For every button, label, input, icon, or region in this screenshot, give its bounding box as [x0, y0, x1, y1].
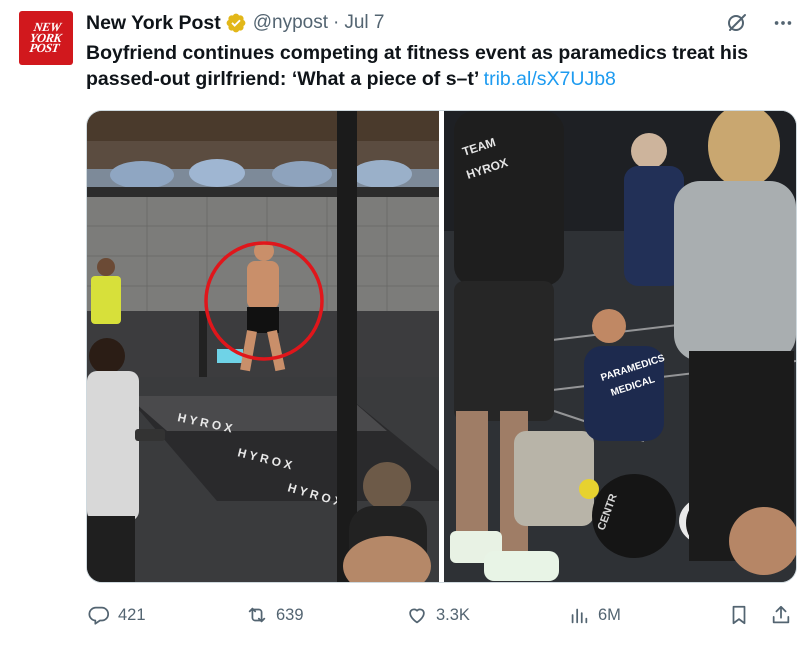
action-bar: 421 639 3.3K 6M	[86, 598, 798, 632]
separator-dot: ·	[333, 12, 340, 33]
repost-count: 639	[276, 605, 304, 624]
like-button[interactable]: 3.3K	[406, 598, 470, 632]
top-actions	[724, 10, 796, 36]
reply-button[interactable]: 421	[88, 598, 146, 632]
reply-icon	[88, 606, 110, 625]
views-count: 6M	[598, 605, 621, 624]
like-count: 3.3K	[436, 605, 470, 624]
tweet-body: Boyfriend continues competing at fitness…	[86, 42, 749, 90]
reply-count: 421	[118, 605, 146, 624]
tweet-link[interactable]: trib.al/sX7UJb8	[484, 68, 616, 90]
like-icon	[409, 608, 425, 624]
media-grid: H Y R O X H Y R O X H Y R O X TEAM HYROX…	[86, 110, 797, 583]
views-button[interactable]: 6M	[568, 598, 621, 632]
tweet-text: Boyfriend continues competing at fitness…	[86, 40, 798, 92]
photo-left[interactable]: H Y R O X H Y R O X H Y R O X	[87, 111, 439, 582]
avatar[interactable]: NEW YORK POST	[19, 11, 73, 65]
photo-right[interactable]: TEAM HYROX PARAMEDICS MEDICAL CENTR	[444, 111, 796, 582]
share-button[interactable]	[770, 598, 792, 632]
share-icon	[772, 605, 790, 624]
tweet-date[interactable]: Jul 7	[344, 12, 384, 34]
more-icon[interactable]	[770, 10, 796, 36]
repost-icon	[248, 607, 266, 623]
display-name[interactable]: New York Post	[86, 12, 221, 35]
grok-icon[interactable]	[724, 10, 750, 36]
verified-badge-icon[interactable]	[225, 12, 247, 34]
new-york-post-logo: NEW YORK POST	[28, 20, 63, 56]
bookmark-button[interactable]	[728, 598, 750, 632]
repost-button[interactable]: 639	[246, 598, 304, 632]
tweet-header: New York Post @nypost · Jul 7	[86, 11, 385, 35]
views-icon	[571, 608, 588, 624]
bookmark-icon	[732, 605, 746, 625]
handle[interactable]: @nypost	[253, 12, 328, 34]
tweet[interactable]: NEW YORK POST New York Post @nypost · Jul …	[0, 0, 810, 647]
